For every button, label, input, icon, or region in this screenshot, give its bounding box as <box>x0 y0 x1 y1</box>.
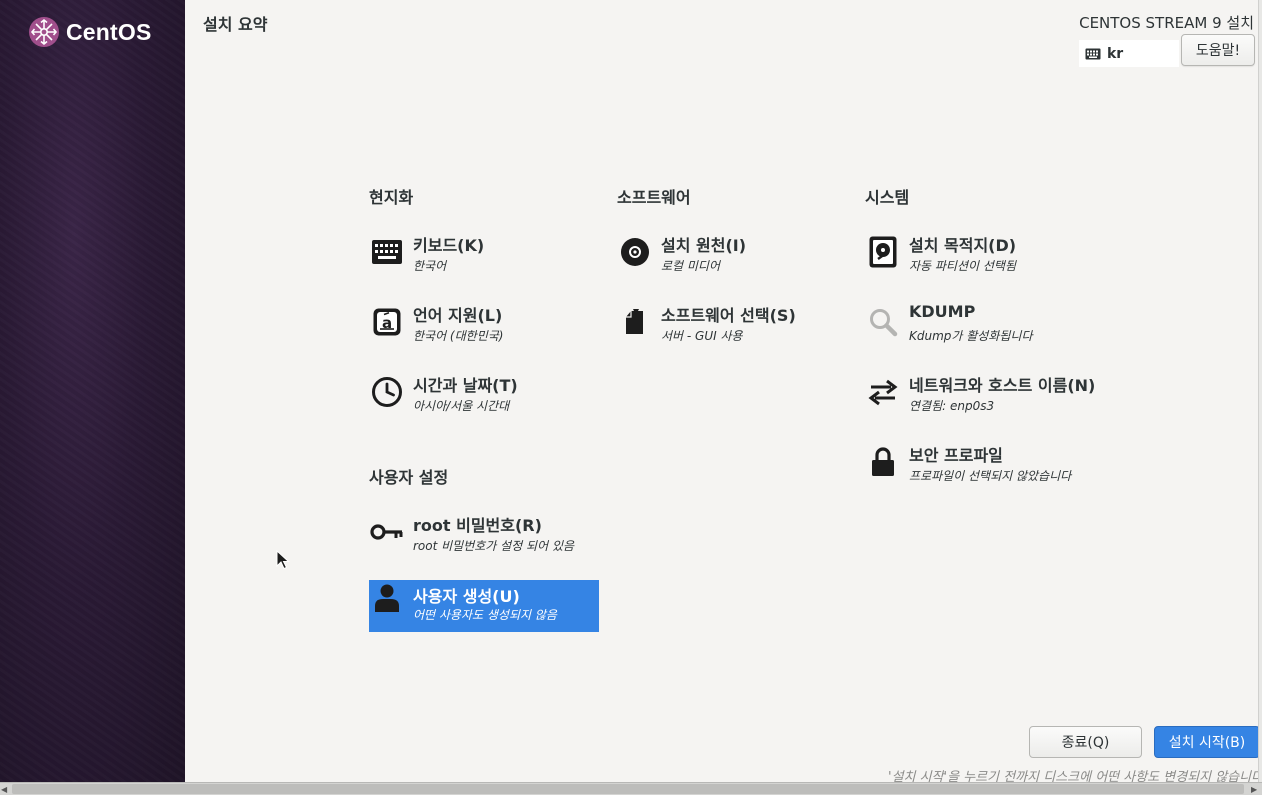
keyboard-layout-indicator[interactable]: kr <box>1079 40 1179 67</box>
spoke-datetime-status: 아시아/서울 시간대 <box>413 399 510 413</box>
spoke-installation-source[interactable]: 설치 원천(I) 로컬 미디어 <box>617 232 847 284</box>
vertical-scroll-edge <box>1258 0 1262 782</box>
spoke-datetime[interactable]: 시간과 날짜(T) 아시아/서울 시간대 <box>369 372 599 424</box>
horizontal-scrollbar[interactable]: ◀ ▶ <box>0 782 1262 795</box>
spoke-software-title: 소프트웨어 선택(S) <box>661 306 796 325</box>
harddisk-icon <box>865 234 901 270</box>
section-localization: 현지화 <box>369 188 414 207</box>
lock-icon <box>865 444 901 480</box>
clock-icon <box>369 374 405 410</box>
spoke-datetime-title: 시간과 날짜(T) <box>413 376 518 395</box>
spoke-kdump-status: Kdump가 활성화됩니다 <box>909 329 1033 343</box>
spoke-security-status: 프로파일이 선택되지 않았습니다 <box>909 469 1072 483</box>
spoke-destination-title: 설치 목적지(D) <box>909 236 1017 255</box>
centos-logo: CentOS <box>28 16 152 48</box>
magnifier-icon <box>865 304 901 340</box>
centos-logo-icon <box>29 17 59 47</box>
logo-text: CentOS <box>66 18 152 45</box>
network-arrows-icon <box>865 374 901 410</box>
spoke-network-status: 연결됨: enp0s3 <box>909 399 995 413</box>
spoke-user-creation[interactable]: 사용자 생성(U) 어떤 사용자도 생성되지 않음 <box>369 580 599 632</box>
disc-icon <box>617 234 653 270</box>
page-title: 설치 요약 <box>203 15 268 34</box>
keyboard-layout-label: kr <box>1107 45 1124 62</box>
keyboard-small-icon <box>1085 48 1101 59</box>
section-software: 소프트웨어 <box>617 188 691 207</box>
spoke-kdump[interactable]: KDUMP Kdump가 활성화됩니다 <box>865 302 1095 354</box>
spoke-network-title: 네트워크와 호스트 이름(N) <box>909 376 1096 395</box>
spoke-kdump-title: KDUMP <box>909 302 976 321</box>
quit-button[interactable]: 종료(Q) <box>1029 726 1142 758</box>
keyboard-icon <box>369 234 405 270</box>
help-button[interactable]: 도움말! <box>1181 34 1255 66</box>
spoke-language-status: 한국어 (대한민국) <box>413 329 504 343</box>
spoke-destination-status: 자동 파티션이 선택됨 <box>909 259 1016 273</box>
spoke-root-title: root 비밀번호(R) <box>413 516 542 535</box>
spoke-keyboard-title: 키보드(K) <box>413 236 485 255</box>
scroll-left-icon[interactable]: ◀ <box>1 785 10 794</box>
spoke-keyboard[interactable]: 키보드(K) 한국어 <box>369 232 599 284</box>
section-system: 시스템 <box>865 188 910 207</box>
spoke-root-password[interactable]: root 비밀번호(R) root 비밀번호가 설정 되어 있음 <box>369 512 599 564</box>
scrollbar-thumb[interactable] <box>12 784 1244 794</box>
spoke-root-status: root 비밀번호가 설정 되어 있음 <box>413 539 575 553</box>
spoke-software-status: 서버 - GUI 사용 <box>661 329 743 343</box>
spoke-security-title: 보안 프로파일 <box>909 446 1003 465</box>
spoke-software-selection[interactable]: 소프트웨어 선택(S) 서버 - GUI 사용 <box>617 302 847 354</box>
spoke-user-title: 사용자 생성(U) <box>413 587 520 606</box>
spoke-source-status: 로컬 미디어 <box>661 259 721 273</box>
spoke-language[interactable]: a 언어 지원(L) 한국어 (대한민국) <box>369 302 599 354</box>
spoke-installation-destination[interactable]: 설치 목적지(D) 자동 파티션이 선택됨 <box>865 232 1095 284</box>
section-user-settings: 사용자 설정 <box>369 468 449 487</box>
spoke-source-title: 설치 원천(I) <box>661 236 747 255</box>
spoke-security-profile[interactable]: 보안 프로파일 프로파일이 선택되지 않았습니다 <box>865 442 1095 494</box>
sidebar: CentOS <box>0 0 185 782</box>
spoke-network[interactable]: 네트워크와 호스트 이름(N) 연결됨: enp0s3 <box>865 372 1095 424</box>
spoke-keyboard-status: 한국어 <box>413 259 447 273</box>
begin-installation-button[interactable]: 설치 시작(B) <box>1154 726 1260 758</box>
key-icon <box>369 514 405 550</box>
spoke-user-status: 어떤 사용자도 생성되지 않음 <box>413 608 557 622</box>
package-icon <box>617 304 653 340</box>
scroll-right-icon[interactable]: ▶ <box>1251 785 1260 794</box>
user-icon <box>369 580 405 616</box>
spoke-language-title: 언어 지원(L) <box>413 306 503 325</box>
mouse-pointer-icon <box>276 550 290 570</box>
language-icon: a <box>369 304 405 340</box>
product-title: CENTOS STREAM 9 설치 <box>1079 14 1254 32</box>
